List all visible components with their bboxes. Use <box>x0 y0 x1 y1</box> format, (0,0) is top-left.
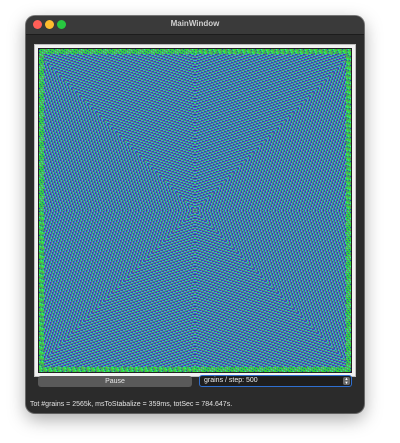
spinbox-arrows[interactable]: ▲ ▼ <box>343 377 350 385</box>
status-bar-text: Tot #grains = 2565k, msToStabalize = 359… <box>30 401 233 408</box>
grains-per-step-spinbox[interactable]: grains / step: 500 ▲ ▼ <box>199 375 352 387</box>
sandpile-view[interactable] <box>38 48 352 373</box>
spinbox-value[interactable]: grains / step: 500 <box>204 377 258 384</box>
pause-button[interactable]: Pause <box>38 376 192 387</box>
window-title: MainWindow <box>170 19 220 28</box>
main-window: MainWindow Pause grains / step: 500 ▲ ▼ … <box>26 16 364 413</box>
sandpile-view-frame <box>34 44 356 377</box>
controls-row: Pause grains / step: 500 ▲ ▼ <box>36 375 354 389</box>
title-bar[interactable]: MainWindow <box>26 16 364 35</box>
arrow-down-icon[interactable]: ▼ <box>345 380 349 385</box>
sandpile-canvas <box>39 49 351 372</box>
